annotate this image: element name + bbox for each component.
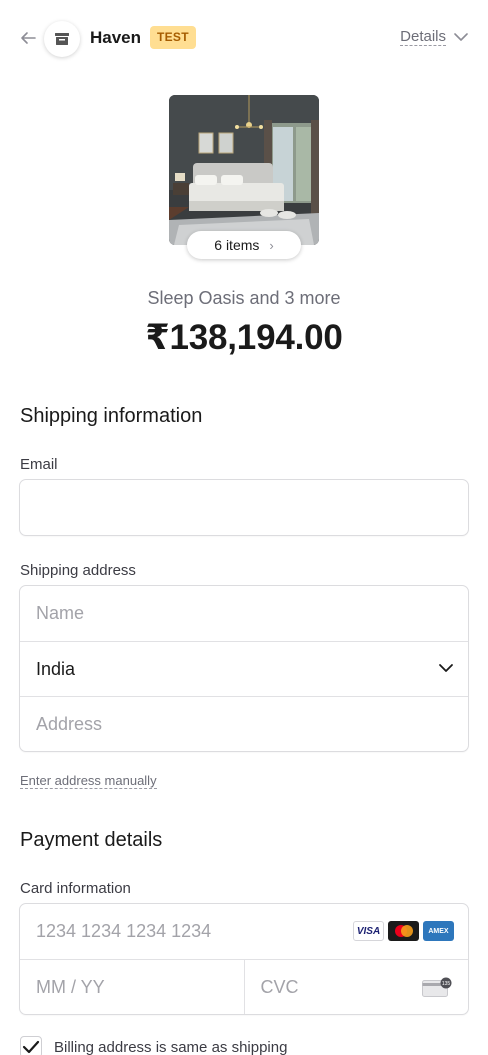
cvc-input[interactable]: CVC 135: [243, 960, 469, 1014]
arrow-left-icon: [21, 32, 36, 44]
expiry-input[interactable]: MM / YY: [20, 960, 244, 1014]
checkmark-icon: [22, 1040, 40, 1054]
items-count-button[interactable]: 6 items ›: [187, 231, 301, 259]
cvc-placeholder: CVC: [260, 976, 299, 997]
details-toggle[interactable]: Details: [400, 28, 468, 46]
mastercard-icon: [388, 921, 419, 941]
email-input[interactable]: [20, 480, 468, 535]
chevron-down-icon: [454, 33, 468, 41]
items-count-label: 6 items: [214, 237, 260, 253]
billing-same-as-shipping-checkbox[interactable]: Billing address is same as shipping: [20, 1036, 287, 1055]
shipping-address-label: Shipping address: [20, 562, 136, 579]
shipping-address-group: Name India Address: [19, 585, 469, 752]
product-image: [169, 95, 319, 245]
card-number-placeholder: 1234 1234 1234 1234: [36, 921, 212, 941]
back-button[interactable]: [16, 26, 40, 50]
svg-text:135: 135: [442, 981, 451, 987]
checkbox[interactable]: [20, 1036, 42, 1055]
payment-section-title: Payment details: [20, 829, 163, 851]
address-input[interactable]: Address: [20, 696, 468, 751]
card-information-group: 1234 1234 1234 1234 VISA AMEX MM / YY CV…: [19, 903, 469, 1015]
product-summary: Sleep Oasis and 3 more: [147, 288, 341, 308]
order-total: ₹138,194.00: [145, 318, 343, 357]
header: Haven TEST Details: [0, 0, 488, 78]
test-mode-badge: TEST: [150, 26, 196, 49]
card-information-label: Card information: [20, 880, 131, 897]
name-input[interactable]: Name: [20, 586, 468, 641]
store-logo[interactable]: [44, 21, 80, 57]
email-field[interactable]: [19, 479, 469, 536]
details-label: Details: [400, 28, 446, 46]
cvc-card-icon: 135: [422, 977, 452, 997]
country-select[interactable]: India: [20, 641, 468, 696]
shipping-section-title: Shipping information: [20, 405, 203, 427]
card-brands: VISA AMEX: [353, 921, 454, 941]
visa-icon: VISA: [353, 921, 384, 941]
country-value: India: [36, 658, 76, 679]
amex-icon: AMEX: [423, 921, 454, 941]
store-icon: [55, 33, 69, 45]
store-name: Haven: [90, 28, 142, 47]
enter-address-manually-link[interactable]: Enter address manually: [20, 774, 157, 789]
card-number-input[interactable]: 1234 1234 1234 1234 VISA AMEX: [20, 904, 468, 959]
billing-same-label: Billing address is same as shipping: [54, 1038, 288, 1055]
chevron-down-icon: [439, 664, 453, 672]
chevron-right-icon: ›: [269, 237, 274, 253]
email-label: Email: [20, 456, 58, 473]
